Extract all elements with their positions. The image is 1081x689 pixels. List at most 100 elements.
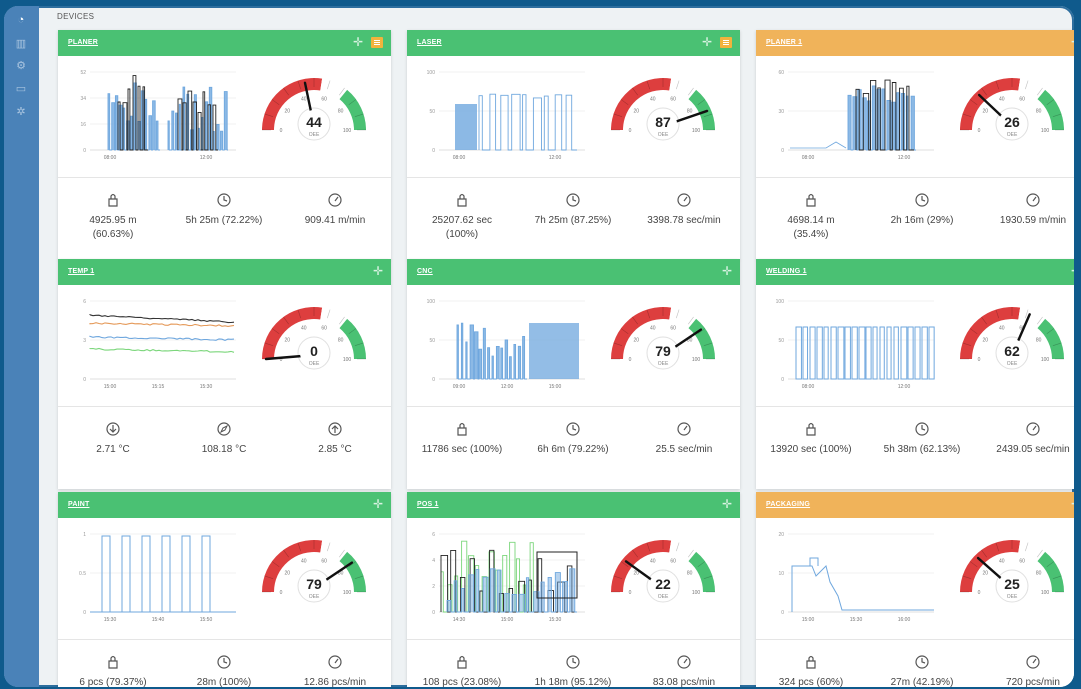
stat-value: 1930.59 m/min	[999, 215, 1067, 226]
y-tick-label: 100	[776, 299, 785, 305]
monitor-icon[interactable]: ▭	[14, 83, 28, 95]
trend-chart: 100 50 0 08:00 12:00	[417, 64, 595, 176]
gauge-tick-label: 80	[1036, 109, 1042, 115]
clock-icon	[915, 422, 929, 436]
gauge-tick-label: 60	[321, 97, 327, 103]
move-icon[interactable]: ✛	[373, 264, 383, 278]
gauge-tick-label: 80	[1036, 338, 1042, 344]
card-stats: 13920 sec (100%) 5h 38m (62.13%) 2439.05 s…	[756, 406, 1074, 489]
card-title-link[interactable]: PLANER 1	[766, 39, 802, 46]
trend-chart: 100 50 0 08:00 12:00	[766, 293, 944, 405]
gauge-tick-label: 0	[280, 128, 283, 134]
device-card: TEMP 1 ✛ 6 3 0 15:00 15:15 15:30 0 20 40 60 80 100 0 OE…	[58, 259, 391, 489]
move-icon[interactable]: ✛	[353, 35, 363, 49]
clock-icon	[566, 655, 580, 669]
stat-item: 27m (42.19%)	[867, 654, 977, 687]
gauge-tick-label: 100	[692, 357, 701, 363]
card-title-link[interactable]: WELDING 1	[766, 268, 807, 275]
stat-item: 6 pcs (79.37%)	[58, 654, 168, 687]
gauge-tick-label: 60	[1019, 559, 1025, 565]
y-tick-label: 60	[778, 70, 784, 76]
trend-chart: 1 0.5 0 15:30 15:40 15:50	[68, 526, 246, 638]
oee-gauge: 02040 608010079OEE	[611, 307, 715, 370]
gauge-tick-label: 40	[301, 97, 307, 103]
gauge-tick-label: 100	[1041, 357, 1050, 363]
compass-icon	[217, 422, 231, 436]
stat-value: 3398.78 sec/min	[647, 215, 721, 226]
trend-chart: 60 30 0 08:00 12:00	[766, 64, 944, 176]
stat-value: 4698.14 m	[787, 215, 835, 226]
y-tick-label: 100	[427, 299, 436, 305]
gauge-label: OEE	[1007, 594, 1018, 600]
stat-value: 108 pcs (23.08%)	[422, 677, 502, 687]
card-title-link[interactable]: PAINT	[68, 501, 89, 508]
stat-value: 27m (42.19%)	[890, 677, 954, 687]
card-title-link[interactable]: CNC	[417, 268, 433, 275]
card-body: 6 3 0 15:00 15:15 15:30 0 20 40 60 80 100 0 OEE	[58, 285, 391, 406]
y-tick-label: 0	[83, 377, 86, 383]
y-tick-label: 0	[432, 148, 435, 154]
stat-item: 83.08 pcs/min	[629, 654, 739, 687]
move-icon[interactable]: ✛	[1071, 35, 1074, 49]
stat-item: 11786 sec (100%)	[407, 421, 517, 457]
device-card: PLANER 1 ✛ 60 30 0 08:00 12:00 0 20 40 60 80 100 26 OE…	[756, 30, 1074, 260]
stat-value: 6h 6m (79.22%)	[537, 444, 609, 455]
settings-icon[interactable]: ⚙	[14, 60, 28, 72]
stat-value: 5h 38m (62.13%)	[883, 444, 961, 455]
card-title-link[interactable]: TEMP 1	[68, 268, 94, 275]
stat-item: 108 pcs (23.08%)	[407, 654, 517, 687]
stat-value: 2.71 °C	[96, 444, 130, 455]
move-icon[interactable]: ✛	[722, 264, 732, 278]
arrow-up-icon	[328, 422, 342, 436]
move-icon[interactable]: ✛	[722, 497, 732, 511]
x-tick-label: 15:00	[104, 384, 117, 390]
stat-value: 5h 25m (72.22%)	[185, 215, 263, 226]
menu-icon[interactable]	[720, 37, 732, 48]
card-title-link[interactable]: POS 1	[417, 501, 439, 508]
card-stats: 2.71 °C 108.18 °C 2.85 °C	[58, 406, 391, 489]
card-header: WELDING 1 ✛	[756, 259, 1074, 285]
page-title: DEVICES	[57, 12, 95, 21]
stat-item: 28m (100%)	[169, 654, 279, 687]
gauge-tick-label: 0	[629, 128, 632, 134]
gauge-tick-label: 20	[634, 109, 640, 115]
oee-gauge: 02040 608010022OEE	[611, 540, 715, 603]
gear-icon[interactable]: ✲	[14, 106, 28, 118]
stat-item: 2439.05 sec/min	[978, 421, 1074, 457]
move-icon[interactable]: ✛	[1071, 497, 1074, 511]
x-tick-label: 12:00	[549, 155, 562, 161]
device-card: CNC ✛ 100 50 0 09:00 12:00 15:00 0 20 40 60 80 100 79 O…	[407, 259, 740, 489]
card-stats: 11786 sec (100%) 6h 6m (79.22%) 25.5 sec/m…	[407, 406, 740, 489]
gauge-tick-label: 20	[983, 571, 989, 577]
move-icon[interactable]: ✛	[373, 497, 383, 511]
card-body: 100 50 0 09:00 12:00 15:00 0 20 40 60 80 100 79 OEE	[407, 285, 740, 406]
gauge-tick-label: 0	[978, 128, 981, 134]
card-title-link[interactable]: PACKAGING	[766, 501, 810, 508]
stat-item: 5h 38m (62.13%)	[867, 421, 977, 457]
card-title-link[interactable]: PLANER	[68, 39, 98, 46]
y-tick-label: 20	[778, 532, 784, 538]
y-tick-label: 1	[83, 532, 86, 538]
stat-value: 13920 sec (100%)	[770, 444, 852, 455]
y-tick-label: 30	[778, 109, 784, 115]
move-icon[interactable]: ✛	[702, 35, 712, 49]
chart-icon[interactable]: ▥	[14, 38, 28, 50]
bag-icon	[806, 655, 816, 669]
y-tick-label: 34	[80, 96, 86, 102]
gauge-tick-label: 80	[687, 109, 693, 115]
menu-icon[interactable]	[371, 37, 383, 48]
card-stats: 6 pcs (79.37%) 28m (100%) 12.86 pcs/min	[58, 639, 391, 687]
card-title-link[interactable]: LASER	[417, 39, 442, 46]
clock-icon	[217, 193, 231, 207]
card-stats: 108 pcs (23.08%) 1h 18m (95.12%) 83.08 pcs…	[407, 639, 740, 687]
card-stats: 4925.95 m (60.63%) 5h 25m (72.22%) 909.41 m…	[58, 177, 391, 260]
stat-value: 2439.05 sec/min	[996, 444, 1070, 455]
y-tick-label: 0	[83, 610, 86, 616]
oee-gauge: 02040 608010079OEE	[262, 540, 366, 603]
x-tick-label: 08:00	[453, 155, 466, 161]
stat-item: 4925.95 m (60.63%)	[58, 192, 168, 242]
move-icon[interactable]: ✛	[1071, 264, 1074, 278]
x-tick-label: 15:50	[200, 617, 213, 623]
logo-icon[interactable]: ◔	[14, 14, 28, 26]
device-card: LASER ✛ 100 50 0 08:00 12:00 0 20 40 60 80 100 87 OEE 2…	[407, 30, 740, 260]
